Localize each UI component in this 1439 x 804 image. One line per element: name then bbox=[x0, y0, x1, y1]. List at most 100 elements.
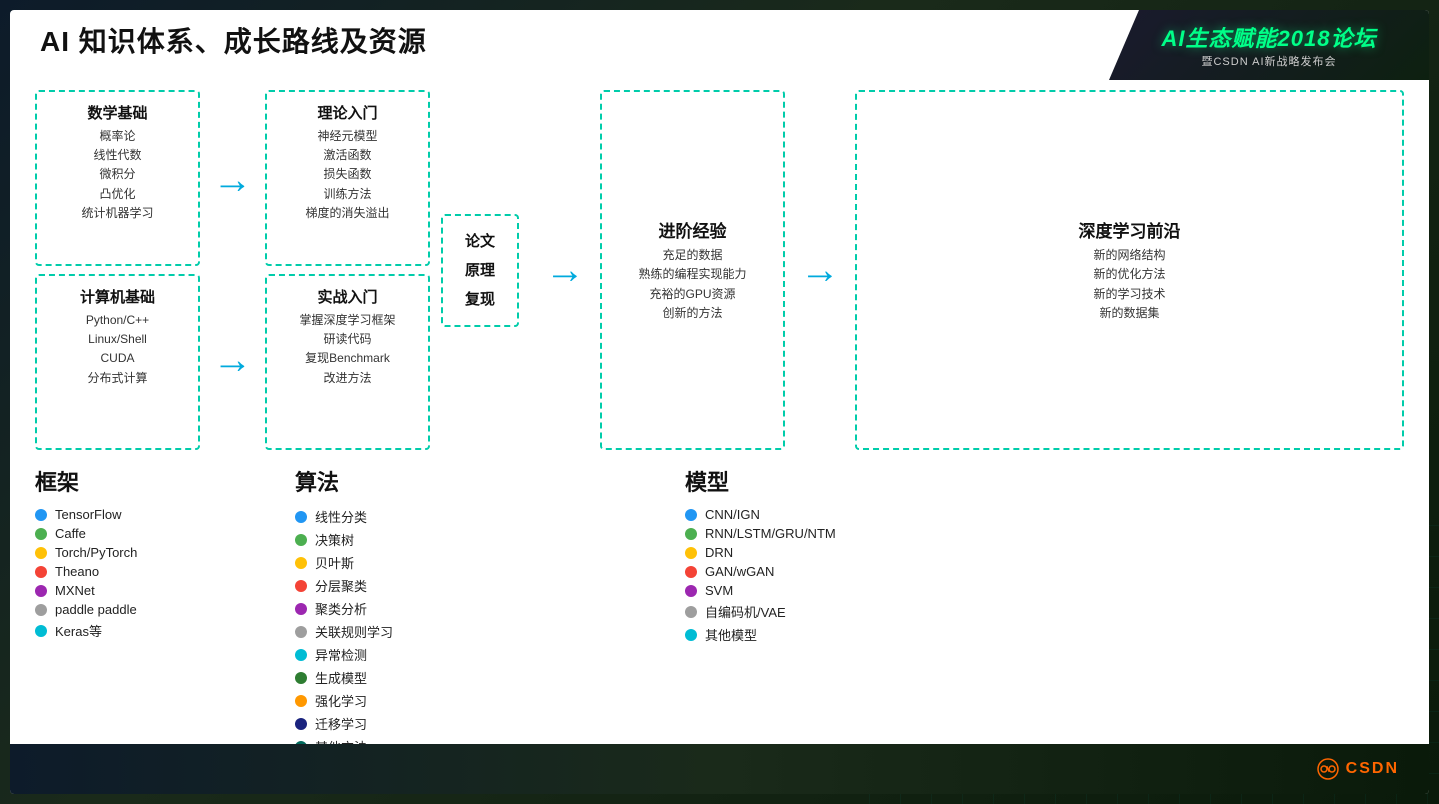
list-item: 生成模型 bbox=[295, 668, 655, 687]
box-item: 充裕的GPU资源 bbox=[618, 285, 767, 304]
legend-dot bbox=[685, 566, 697, 578]
legend-label: 聚类分析 bbox=[315, 599, 367, 618]
theory-items: 神经元模型激活函数损失函数训练方法梯度的消失溢出 bbox=[281, 127, 414, 223]
left-arrows: → → bbox=[200, 90, 265, 450]
legend-dot bbox=[685, 547, 697, 559]
list-item: MXNet bbox=[35, 583, 275, 598]
framework-title: 框架 bbox=[35, 465, 275, 497]
advanced-title: 进阶经验 bbox=[618, 217, 767, 242]
list-item: 决策树 bbox=[295, 530, 655, 549]
box-item: CUDA bbox=[51, 349, 184, 368]
advanced-items: 充足的数据熟练的编程实现能力充裕的GPU资源创新的方法 bbox=[618, 246, 767, 323]
box-item: 新的学习技术 bbox=[873, 285, 1386, 304]
legend-label: Keras等 bbox=[55, 621, 102, 640]
legend-dot bbox=[295, 626, 307, 638]
box-item: Linux/Shell bbox=[51, 330, 184, 349]
legend-dot bbox=[35, 547, 47, 559]
legend-dot bbox=[685, 528, 697, 540]
legend-label: 异常检测 bbox=[315, 645, 367, 664]
legend-dot bbox=[35, 566, 47, 578]
csdn-text: CSDN bbox=[1346, 760, 1399, 778]
legend-label: TensorFlow bbox=[55, 507, 121, 522]
legend-section: 框架 TensorFlow Caffe Torch/PyTorch Theano MXN… bbox=[35, 460, 1404, 756]
legend-label: Theano bbox=[55, 564, 99, 579]
practice-box: 实战入门 掌握深度学习框架研读代码复现Benchmark改进方法 bbox=[265, 274, 430, 450]
legend-dot bbox=[685, 509, 697, 521]
arrow-to-deep: → bbox=[785, 90, 855, 450]
list-item: SVM bbox=[685, 583, 1404, 598]
legend-dot bbox=[295, 603, 307, 615]
box-item: 神经元模型 bbox=[281, 127, 414, 146]
legend-label: paddle paddle bbox=[55, 602, 137, 617]
legend-dot bbox=[295, 534, 307, 546]
legend-label: MXNet bbox=[55, 583, 95, 598]
list-item: Theano bbox=[35, 564, 275, 579]
mid-column: 理论入门 神经元模型激活函数损失函数训练方法梯度的消失溢出 实战入门 掌握深度学… bbox=[265, 90, 430, 450]
box-item: 凸优化 bbox=[51, 185, 184, 204]
flow-diagram: 数学基础 概率论线性代数微积分凸优化统计机器学习 计算机基础 Python/C+… bbox=[35, 90, 1404, 450]
framework-legend: 框架 TensorFlow Caffe Torch/PyTorch Theano MXN… bbox=[35, 465, 275, 756]
box-item: 改进方法 bbox=[281, 369, 414, 388]
list-item: 强化学习 bbox=[295, 691, 655, 710]
legend-dot bbox=[35, 528, 47, 540]
model-legend-items: CNN/IGNRNN/LSTM/GRU/NTMDRNGAN/wGANSVM自编码… bbox=[685, 507, 1404, 644]
main-card: AI 知识体系、成长路线及资源 AI生态赋能2018论坛 暨CSDN AI新战略… bbox=[10, 10, 1429, 794]
box-item: Python/C++ bbox=[51, 311, 184, 330]
list-item: RNN/LSTM/GRU/NTM bbox=[685, 526, 1404, 541]
box-item: 损失函数 bbox=[281, 165, 414, 184]
legend-dot bbox=[295, 695, 307, 707]
list-item: 分层聚类 bbox=[295, 576, 655, 595]
deep-items: 新的网络结构新的优化方法新的学习技术新的数据集 bbox=[873, 246, 1386, 323]
list-item: Caffe bbox=[35, 526, 275, 541]
content-area: 数学基础 概率论线性代数微积分凸优化统计机器学习 计算机基础 Python/C+… bbox=[10, 75, 1429, 744]
box-item: 训练方法 bbox=[281, 185, 414, 204]
box-item: 创新的方法 bbox=[618, 304, 767, 323]
theory-box: 理论入门 神经元模型激活函数损失函数训练方法梯度的消失溢出 bbox=[265, 90, 430, 266]
legend-label: 线性分类 bbox=[315, 507, 367, 526]
framework-legend-items: TensorFlow Caffe Torch/PyTorch Theano MXNet p… bbox=[35, 507, 275, 640]
list-item: 关联规则学习 bbox=[295, 622, 655, 641]
paper-line1: 论文 bbox=[465, 228, 495, 255]
legend-label: 自编码机/VAE bbox=[705, 602, 786, 621]
paper-line3: 复现 bbox=[465, 286, 495, 313]
list-item: 异常检测 bbox=[295, 645, 655, 664]
box-item: 掌握深度学习框架 bbox=[281, 311, 414, 330]
legend-label: 强化学习 bbox=[315, 691, 367, 710]
list-item: Torch/PyTorch bbox=[35, 545, 275, 560]
algorithm-legend: 算法 线性分类决策树贝叶斯分层聚类聚类分析关联规则学习异常检测生成模型强化学习迁… bbox=[275, 465, 655, 756]
computer-box: 计算机基础 Python/C++Linux/ShellCUDA分布式计算 bbox=[35, 274, 200, 450]
legend-dot bbox=[35, 509, 47, 521]
list-item: CNN/IGN bbox=[685, 507, 1404, 522]
legend-dot bbox=[295, 580, 307, 592]
box-item: 线性代数 bbox=[51, 146, 184, 165]
box-item: 研读代码 bbox=[281, 330, 414, 349]
logo-sub-text: 暨CSDN AI新战略发布会 bbox=[1201, 53, 1336, 69]
box-item: 激活函数 bbox=[281, 146, 414, 165]
logo-main-text: AI生态赋能2018论坛 bbox=[1162, 21, 1377, 53]
arrow-to-advanced: → bbox=[530, 90, 600, 450]
flow-inner: 数学基础 概率论线性代数微积分凸优化统计机器学习 计算机基础 Python/C+… bbox=[35, 90, 1404, 450]
list-item: 线性分类 bbox=[295, 507, 655, 526]
algorithm-title: 算法 bbox=[295, 465, 655, 497]
arrow-math: → bbox=[198, 160, 268, 200]
legend-dot bbox=[35, 625, 47, 637]
deep-box: 深度学习前沿 新的网络结构新的优化方法新的学习技术新的数据集 bbox=[855, 90, 1404, 450]
legend-dot bbox=[35, 604, 47, 616]
paper-line2: 原理 bbox=[465, 257, 495, 284]
computer-items: Python/C++Linux/ShellCUDA分布式计算 bbox=[51, 311, 184, 388]
deep-title: 深度学习前沿 bbox=[873, 217, 1386, 242]
list-item: paddle paddle bbox=[35, 602, 275, 617]
csdn-logo: CSDN bbox=[1316, 757, 1399, 781]
paper-wrapper: 论文 原理 复现 bbox=[430, 90, 530, 450]
legend-label: SVM bbox=[705, 583, 733, 598]
legend-dot bbox=[295, 511, 307, 523]
legend-label: Torch/PyTorch bbox=[55, 545, 137, 560]
list-item: 其他模型 bbox=[685, 625, 1404, 644]
legend-label: 决策树 bbox=[315, 530, 354, 549]
legend-label: 关联规则学习 bbox=[315, 622, 393, 641]
box-item: 熟练的编程实现能力 bbox=[618, 265, 767, 284]
legend-label: CNN/IGN bbox=[705, 507, 760, 522]
page-title: AI 知识体系、成长路线及资源 bbox=[40, 20, 427, 60]
box-item: 新的数据集 bbox=[873, 304, 1386, 323]
box-item: 新的网络结构 bbox=[873, 246, 1386, 265]
